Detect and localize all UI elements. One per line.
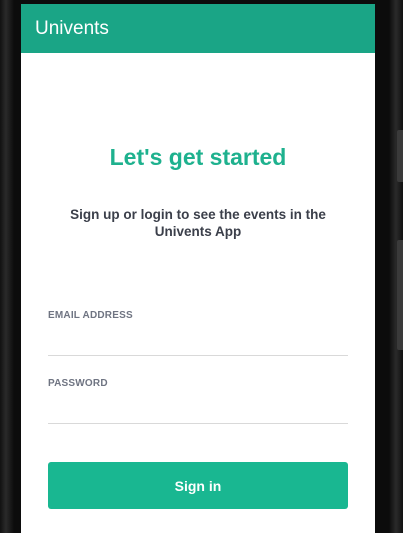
phone-frame: Univents Let's get started Sign up or lo… bbox=[0, 0, 403, 533]
page-subtitle: Sign up or login to see the events in th… bbox=[70, 207, 326, 239]
app-screen: Univents Let's get started Sign up or lo… bbox=[21, 4, 375, 533]
app-title: Univents bbox=[35, 17, 109, 39]
phone-side-button bbox=[397, 130, 403, 182]
email-input[interactable] bbox=[48, 325, 348, 356]
email-label: EMAIL ADDRESS bbox=[48, 310, 133, 321]
email-field-group: EMAIL ADDRESS bbox=[48, 310, 348, 356]
app-bar: Univents bbox=[21, 4, 375, 53]
password-field-group: PASSWORD bbox=[48, 378, 348, 424]
phone-side-button bbox=[397, 240, 403, 350]
password-label: PASSWORD bbox=[48, 378, 108, 389]
page-headline: Let's get started bbox=[109, 144, 287, 170]
sign-in-button[interactable]: Sign in bbox=[48, 462, 348, 509]
password-input[interactable] bbox=[48, 393, 348, 424]
